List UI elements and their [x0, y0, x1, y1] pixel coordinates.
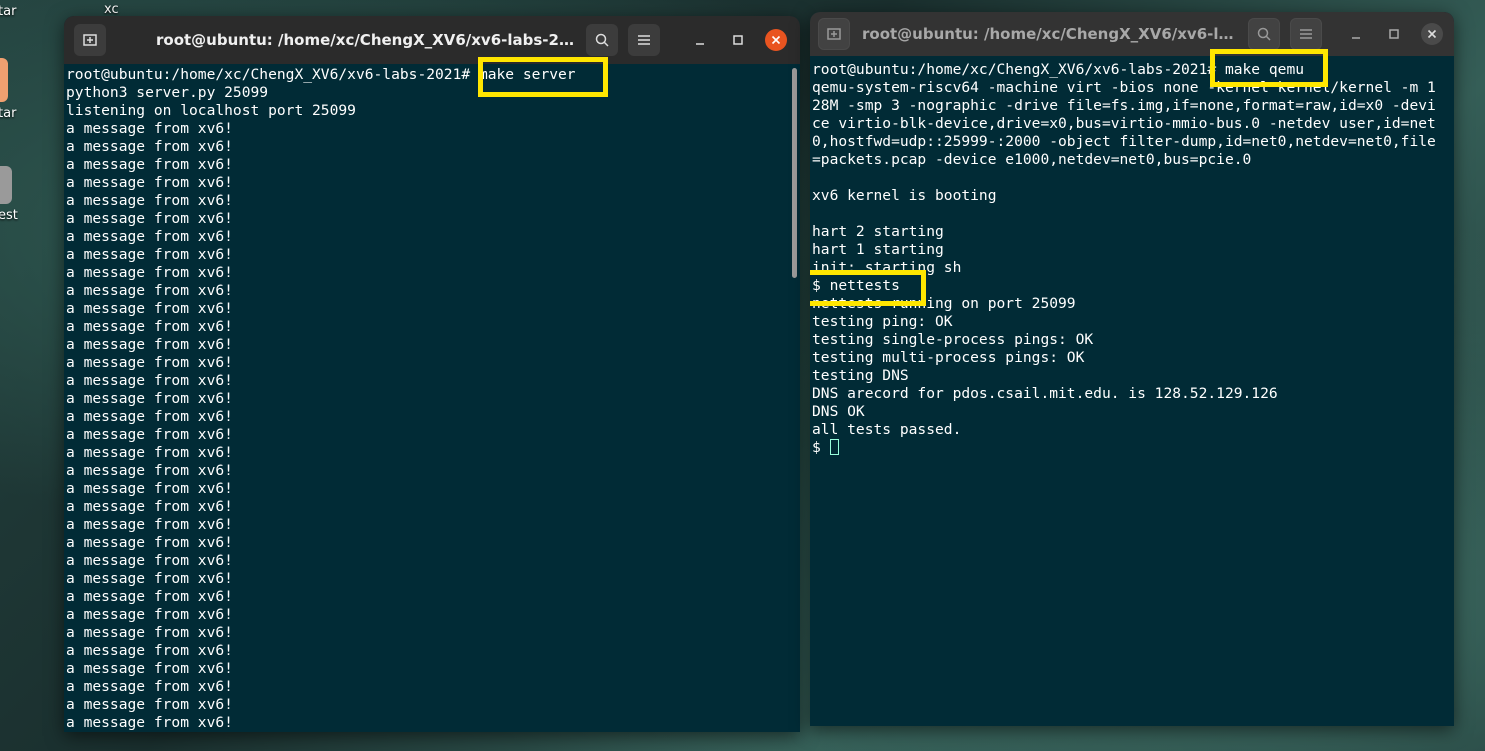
- maximize-icon: [1389, 29, 1399, 39]
- new-tab-icon: [83, 34, 97, 46]
- terminal-output[interactable]: root@ubuntu:/home/xc/ChengX_XV6/xv6-labs…: [812, 61, 1442, 726]
- new-tab-button[interactable]: [74, 24, 106, 56]
- desktop-label-est: est: [0, 208, 18, 223]
- terminal-line: all tests passed.: [812, 421, 962, 438]
- desktop-file-icon[interactable]: [0, 166, 12, 204]
- search-button[interactable]: [1248, 18, 1280, 50]
- maximize-button[interactable]: [726, 28, 750, 52]
- terminal-line: a message from xv6!: [66, 588, 233, 605]
- terminal-line: a message from xv6!: [66, 138, 233, 155]
- terminal-line: a message from xv6!: [66, 696, 233, 713]
- title-bar[interactable]: root@ubuntu: /home/xc/ChengX_XV6/xv6-lab…: [810, 12, 1454, 56]
- terminal-line: a message from xv6!: [66, 642, 233, 659]
- terminal-line: a message from xv6!: [66, 678, 233, 695]
- terminal-line: a message from xv6!: [66, 552, 233, 569]
- terminal-line: a message from xv6!: [66, 318, 233, 335]
- maximize-button[interactable]: [1382, 22, 1406, 46]
- terminal-window-qemu[interactable]: root@ubuntu: /home/xc/ChengX_XV6/xv6-lab…: [810, 12, 1454, 726]
- terminal-line: a message from xv6!: [66, 336, 233, 353]
- window-title: root@ubuntu: /home/xc/ChengX_XV6/xv6-lab…: [862, 25, 1238, 43]
- close-icon: [771, 35, 781, 45]
- highlight-nettests: [810, 270, 926, 306]
- new-tab-button[interactable]: [818, 18, 850, 50]
- terminal-line: hart 2 starting: [812, 223, 944, 240]
- new-tab-icon: [827, 28, 841, 40]
- terminal-line: a message from xv6!: [66, 282, 233, 299]
- desktop-label-tar: tar: [0, 106, 17, 121]
- desktop-label-tar-top: tar: [0, 4, 17, 19]
- terminal-line: a message from xv6!: [66, 426, 233, 443]
- close-button[interactable]: [764, 28, 788, 52]
- terminal-line: testing single-process pings: OK: [812, 331, 1094, 348]
- terminal-line: qemu-system-riscv64 -machine virt -bios …: [812, 79, 1436, 168]
- terminal-line: a message from xv6!: [66, 120, 233, 137]
- terminal-line: a message from xv6!: [66, 714, 233, 731]
- terminal-line: testing ping: OK: [812, 313, 953, 330]
- terminal-line: xv6 kernel is booting: [812, 187, 997, 204]
- terminal-line: a message from xv6!: [66, 246, 233, 263]
- close-circle: [1421, 23, 1443, 45]
- highlight-make-qemu: [1210, 49, 1328, 87]
- terminal-line: testing multi-process pings: OK: [812, 349, 1085, 366]
- terminal-line: a message from xv6!: [66, 210, 233, 227]
- terminal-line: a message from xv6!: [66, 444, 233, 461]
- terminal-line: a message from xv6!: [66, 354, 233, 371]
- minimize-button[interactable]: [688, 28, 712, 52]
- terminal-line: a message from xv6!: [66, 480, 233, 497]
- window-title: root@ubuntu: /home/xc/ChengX_XV6/xv6-lab…: [156, 31, 576, 49]
- title-bar[interactable]: root@ubuntu: /home/xc/ChengX_XV6/xv6-lab…: [64, 16, 800, 64]
- terminal-line: testing DNS: [812, 367, 909, 384]
- terminal-line: python3 server.py 25099: [66, 84, 269, 101]
- terminal-line: a message from xv6!: [66, 624, 233, 641]
- hamburger-menu-icon: [638, 35, 650, 45]
- terminal-line: a message from xv6!: [66, 264, 233, 281]
- desktop-label-xc: xc: [104, 2, 119, 17]
- terminal-line: listening on localhost port 25099: [66, 102, 356, 119]
- close-button[interactable]: [1420, 22, 1444, 46]
- menu-button[interactable]: [628, 24, 660, 56]
- minimize-button[interactable]: [1344, 22, 1368, 46]
- desktop-app-icon[interactable]: [0, 58, 8, 102]
- terminal-line: a message from xv6!: [66, 408, 233, 425]
- scrollbar[interactable]: [792, 68, 797, 278]
- text-cursor: [829, 439, 839, 455]
- terminal-line: a message from xv6!: [66, 570, 233, 587]
- terminal-line: a message from xv6!: [66, 174, 233, 191]
- terminal-line: DNS OK: [812, 403, 865, 420]
- search-icon: [595, 33, 609, 47]
- terminal-line: a message from xv6!: [66, 156, 233, 173]
- terminal-output[interactable]: root@ubuntu:/home/xc/ChengX_XV6/xv6-labs…: [66, 66, 788, 732]
- highlight-make-server: [478, 57, 608, 97]
- terminal-line: a message from xv6!: [66, 498, 233, 515]
- search-icon: [1257, 27, 1271, 41]
- terminal-line: a message from xv6!: [66, 534, 233, 551]
- terminal-line: DNS arecord for pdos.csail.mit.edu. is 1…: [812, 385, 1278, 402]
- close-circle: [765, 29, 787, 51]
- search-button[interactable]: [586, 24, 618, 56]
- terminal-line: a message from xv6!: [66, 390, 233, 407]
- close-icon: [1427, 29, 1437, 39]
- terminal-window-server[interactable]: root@ubuntu: /home/xc/ChengX_XV6/xv6-lab…: [64, 16, 800, 732]
- hamburger-menu-icon: [1300, 29, 1312, 39]
- terminal-line: a message from xv6!: [66, 516, 233, 533]
- terminal-line: a message from xv6!: [66, 372, 233, 389]
- shell-prompt: $: [812, 439, 830, 456]
- minimize-icon: [1352, 37, 1360, 39]
- menu-button[interactable]: [1290, 18, 1322, 50]
- minimize-icon: [696, 43, 704, 45]
- maximize-icon: [733, 35, 743, 45]
- terminal-line: a message from xv6!: [66, 300, 233, 317]
- terminal-line: a message from xv6!: [66, 228, 233, 245]
- terminal-line: hart 1 starting: [812, 241, 944, 258]
- terminal-line: a message from xv6!: [66, 462, 233, 479]
- terminal-line: a message from xv6!: [66, 606, 233, 623]
- terminal-line: a message from xv6!: [66, 192, 233, 209]
- terminal-line: a message from xv6!: [66, 660, 233, 677]
